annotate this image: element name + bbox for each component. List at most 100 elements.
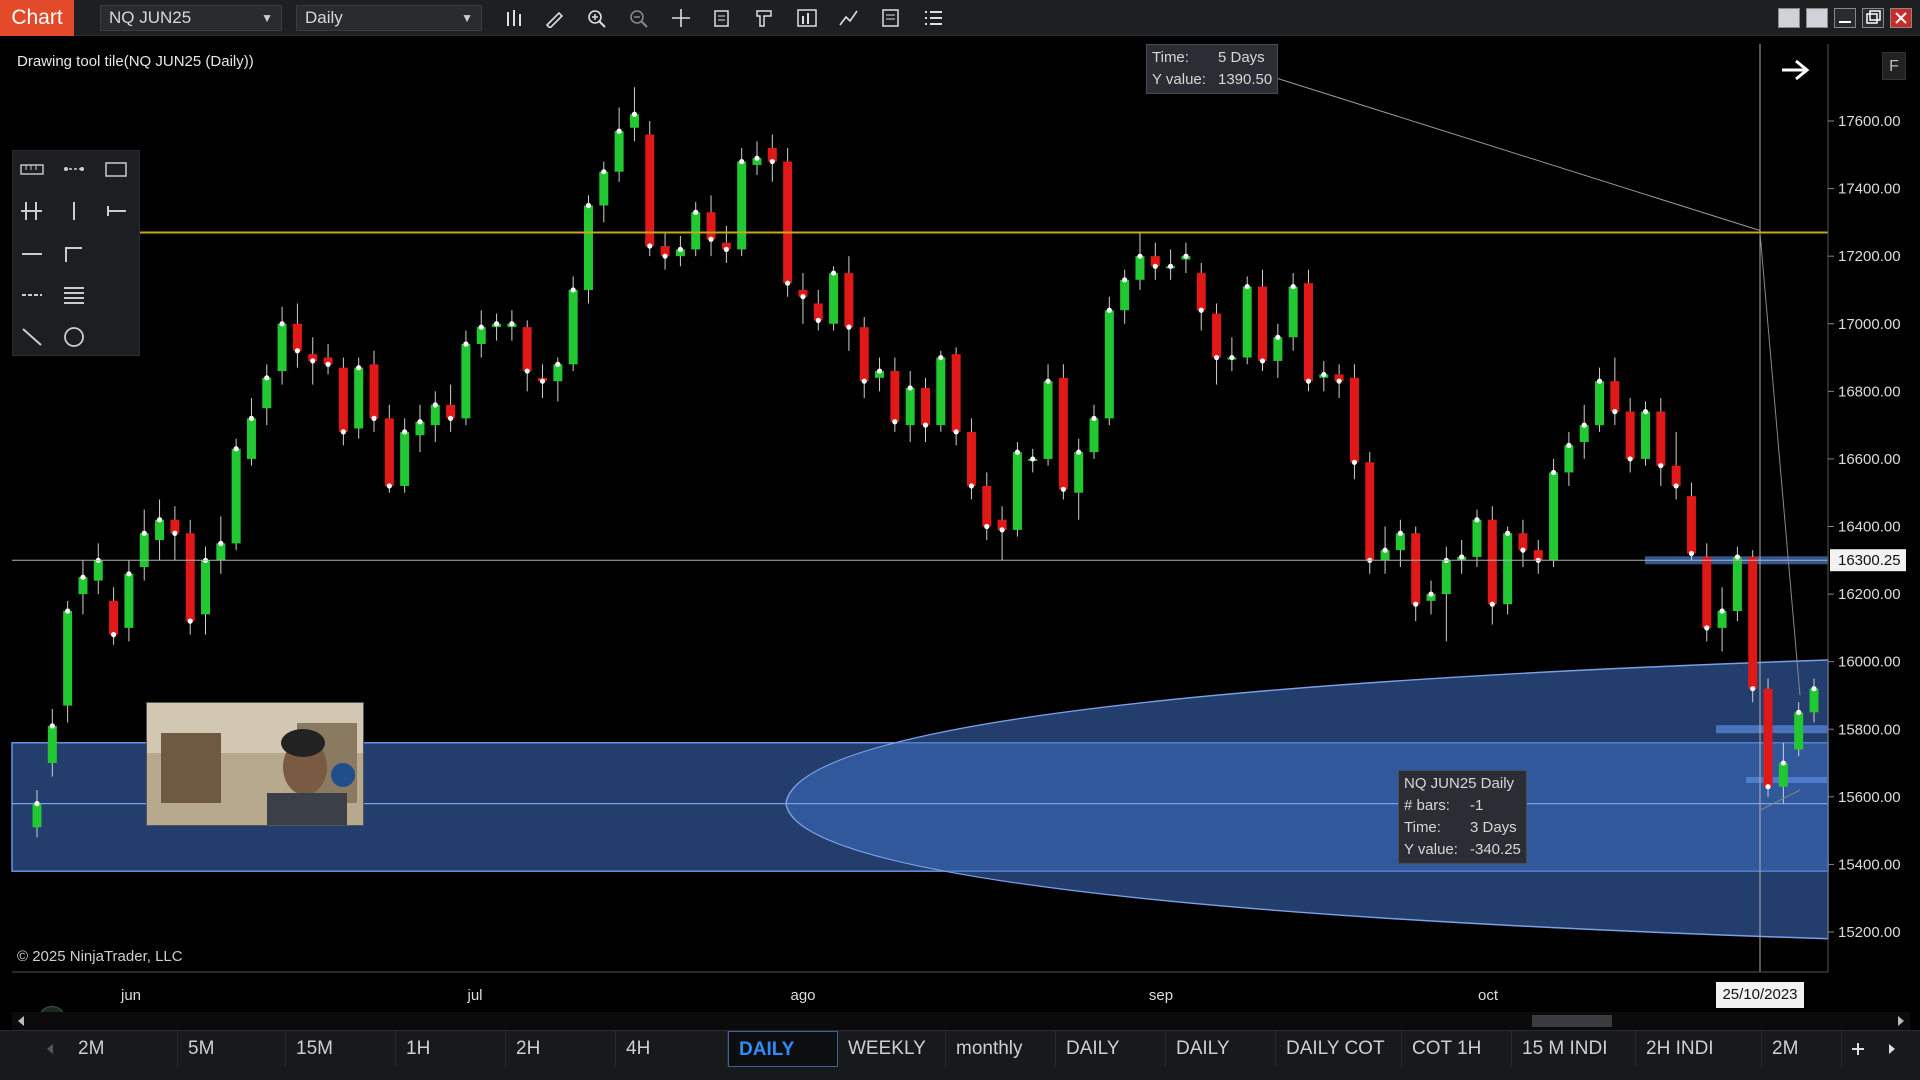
candle xyxy=(1349,364,1359,480)
tab-15m[interactable]: 15M xyxy=(286,1031,396,1067)
candle xyxy=(1212,303,1222,385)
tab-2h[interactable]: 2H xyxy=(506,1031,616,1067)
add-tab-icon[interactable] xyxy=(1848,1031,1868,1067)
candle xyxy=(829,266,839,331)
tab-cot-1h[interactable]: COT 1H xyxy=(1402,1031,1512,1067)
price-tick-label: 17600.00 xyxy=(1838,113,1901,130)
candle xyxy=(1028,448,1038,473)
candle xyxy=(1196,262,1206,331)
extended-line-icon[interactable] xyxy=(59,239,89,267)
webcam-overlay xyxy=(146,702,364,826)
horizontal-line-icon[interactable] xyxy=(17,239,47,267)
tab-4h[interactable]: 4H xyxy=(616,1031,728,1067)
candle xyxy=(216,516,226,574)
tab-daily-cot[interactable]: DAILY COT xyxy=(1276,1031,1402,1067)
price-chart[interactable]: 17600.00 17400.00 17200.00 17000.00 16800.00… xyxy=(0,0,1920,1010)
candle xyxy=(905,371,915,443)
candle xyxy=(323,344,333,375)
horizontal-ray-icon[interactable] xyxy=(101,197,131,225)
ray-icon[interactable] xyxy=(17,281,47,309)
candle xyxy=(231,438,241,551)
candle xyxy=(645,121,655,257)
candle xyxy=(706,195,716,257)
candle xyxy=(1334,364,1344,399)
scroll-left-icon[interactable] xyxy=(12,1012,32,1030)
lines-icon[interactable] xyxy=(59,281,89,309)
candle xyxy=(1120,269,1130,324)
price-tick-label: 16200.00 xyxy=(1838,586,1901,603)
chart-title: Drawing tool tile(NQ JUN25 (Daily)) xyxy=(17,53,254,70)
arrow-right-icon[interactable] xyxy=(1778,58,1812,82)
candle xyxy=(78,560,88,615)
candle xyxy=(246,398,256,466)
f-button[interactable]: F xyxy=(1882,52,1906,80)
candle xyxy=(1426,580,1436,615)
price-tick-label: 15400.00 xyxy=(1838,856,1901,873)
tab-5m[interactable]: 5M xyxy=(178,1031,286,1067)
candle xyxy=(1104,296,1114,426)
candle xyxy=(553,357,563,402)
price-tick-label: 15600.00 xyxy=(1838,789,1901,806)
candle xyxy=(522,320,532,392)
tab-daily[interactable]: DAILY xyxy=(1056,1031,1166,1067)
tooltip-y-value: -340.25 xyxy=(1470,841,1521,858)
candle xyxy=(139,509,149,581)
tab-daily[interactable]: DAILY xyxy=(728,1031,838,1067)
tabs-scroll-right-icon[interactable] xyxy=(1882,1031,1902,1067)
candle xyxy=(614,107,624,182)
tab-15-m-indi[interactable]: 15 M INDI xyxy=(1512,1031,1636,1067)
risk-reward-icon[interactable] xyxy=(59,155,89,183)
candle xyxy=(1303,269,1313,392)
tooltip-time-value: 3 Days xyxy=(1470,819,1517,836)
candle xyxy=(1365,452,1375,574)
candle xyxy=(476,310,486,358)
tab-weekly[interactable]: WEEKLY xyxy=(838,1031,946,1067)
ellipse-icon[interactable] xyxy=(59,323,89,351)
tab-2m[interactable]: 2M xyxy=(1762,1031,1842,1067)
vertical-line-icon[interactable] xyxy=(59,197,89,225)
candle xyxy=(1610,357,1620,426)
scroll-right-icon[interactable] xyxy=(1890,1012,1910,1030)
month-tick-label: jun xyxy=(120,987,141,1004)
scroll-thumb[interactable] xyxy=(1532,1015,1612,1027)
rectangle-icon[interactable] xyxy=(101,155,131,183)
tooltip-y-label: Y value: xyxy=(1152,71,1206,88)
candle xyxy=(1763,678,1773,797)
candle xyxy=(660,232,670,270)
candle xyxy=(859,316,869,399)
candle xyxy=(721,225,731,263)
tab-daily[interactable]: DAILY xyxy=(1166,1031,1276,1067)
ellipse-drawing[interactable] xyxy=(785,659,1829,940)
candle xyxy=(1411,526,1421,622)
drawing-tool-panel xyxy=(12,150,140,356)
tab-2m[interactable]: 2M xyxy=(68,1031,178,1067)
candle xyxy=(1702,543,1712,642)
horizontal-scrollbar[interactable] xyxy=(12,1012,1910,1030)
candle xyxy=(185,519,195,635)
copyright-notice: © 2025 NinjaTrader, LLC xyxy=(17,948,183,965)
tooltip-time-label: Time: xyxy=(1152,49,1189,66)
candle xyxy=(354,357,364,439)
candle xyxy=(921,377,930,443)
tab-1h[interactable]: 1H xyxy=(396,1031,506,1067)
tabs-scroll-left-icon[interactable] xyxy=(40,1031,60,1067)
candle xyxy=(783,148,793,297)
candle xyxy=(1732,546,1742,622)
tab-2h-indi[interactable]: 2H INDI xyxy=(1636,1031,1762,1067)
price-tick-label: 15200.00 xyxy=(1838,924,1901,941)
candle xyxy=(1564,431,1574,486)
price-tick-label: 17000.00 xyxy=(1838,316,1901,333)
fibonacci-icon[interactable] xyxy=(17,197,47,225)
candle xyxy=(982,472,992,541)
candle xyxy=(369,350,379,432)
candle xyxy=(1472,509,1482,568)
candle xyxy=(1457,540,1467,574)
candle xyxy=(415,404,425,453)
measure-tooltip-top: Time: 5 Days Y value: 1390.50 xyxy=(1146,44,1279,94)
trend-line-icon[interactable] xyxy=(17,323,47,351)
candle xyxy=(308,337,318,385)
ruler-icon[interactable] xyxy=(17,155,47,183)
candle xyxy=(446,384,456,432)
tab-monthly[interactable]: monthly xyxy=(946,1031,1056,1067)
candle xyxy=(1640,401,1650,466)
